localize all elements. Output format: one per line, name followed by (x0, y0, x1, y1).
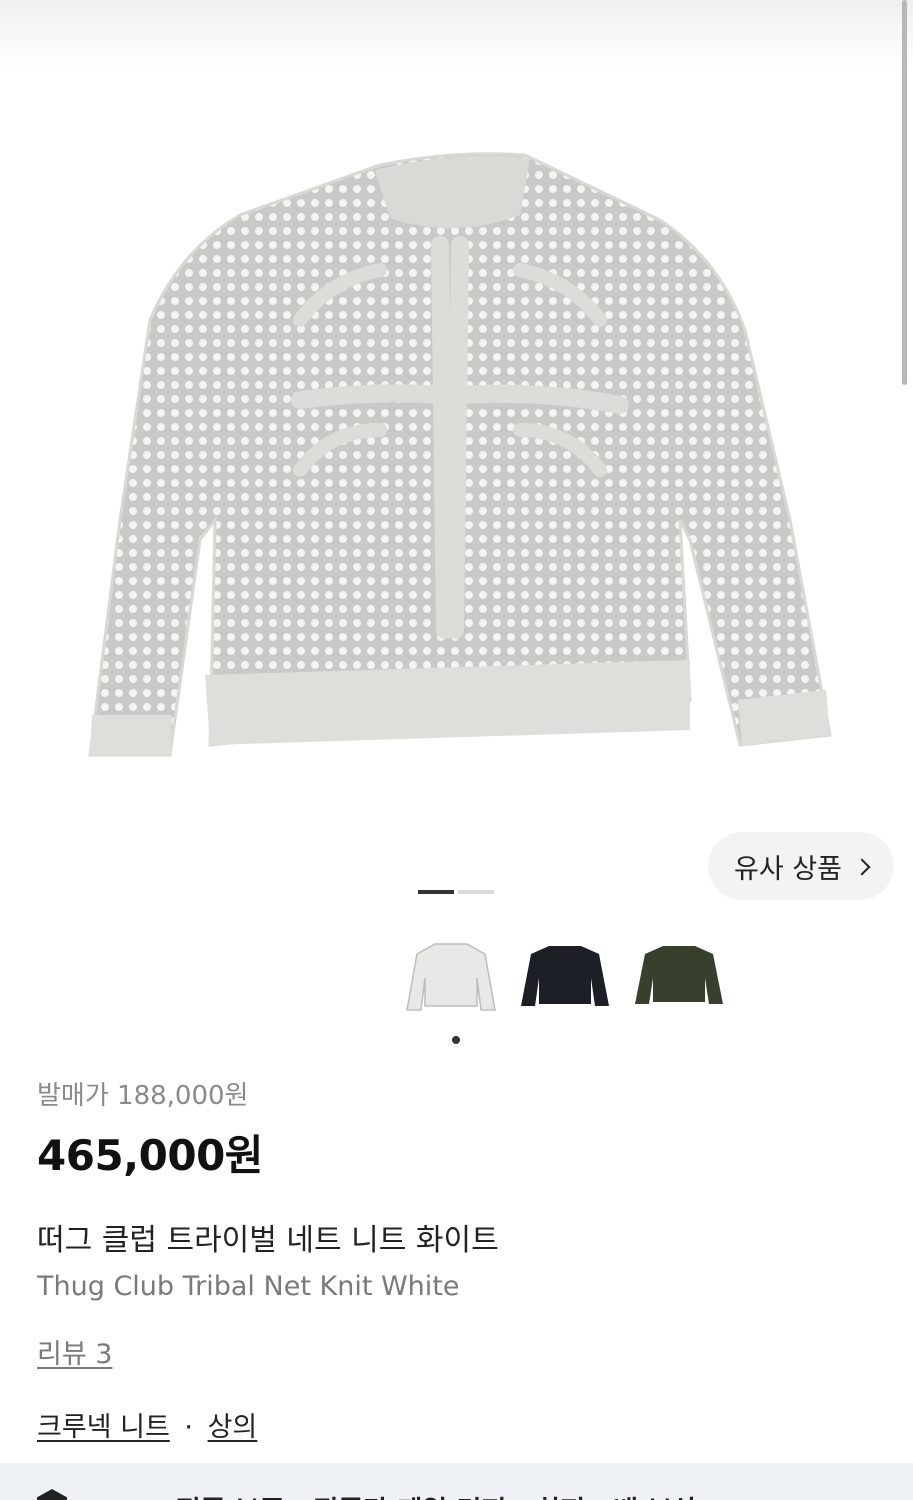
image-pager (418, 890, 494, 894)
scrollbar[interactable] (902, 0, 907, 385)
product-info: 발매가 188,000원 465,000원 떠그 클럽 트라이벌 네트 니트 화… (37, 1075, 876, 1444)
thumbnail-black[interactable] (519, 935, 611, 1017)
category-link-tops[interactable]: 상의 (208, 1412, 258, 1443)
product-name-english: Thug Club Tribal Net Knit White (37, 1271, 460, 1302)
review-link[interactable]: 리뷰 3 (37, 1332, 112, 1371)
top-fade (0, 0, 913, 70)
thumbnail-white[interactable] (405, 935, 497, 1017)
pager-segment (458, 890, 494, 894)
pager-segment-active (418, 890, 454, 894)
product-name-korean: 떠그 클럽 트라이벌 네트 니트 화이트 (37, 1223, 499, 1258)
product-page: 유사 상품 발매가 188,000원 465,000원 떠그 클럽 트라이벌 네… (0, 0, 913, 1500)
current-price: 465,000원 (37, 1131, 263, 1180)
chevron-right-icon (853, 858, 871, 875)
guarantee-banner[interactable]: 100% 정품 보증 · 정품만 제일 먼저 · 최저 3배 보상 (0, 1463, 913, 1500)
sweater-image (88, 152, 832, 757)
sweater-thumb-olive (635, 946, 723, 1004)
guarantee-text: 100% 정품 보증 · 정품만 제일 먼저 · 최저 3배 보상 (83, 1489, 697, 1500)
category-link-crewneck[interactable]: 크루넥 니트 (37, 1412, 170, 1443)
similar-products-button[interactable]: 유사 상품 (708, 832, 894, 900)
category-links: 크루넥 니트 · 상의 (37, 1405, 876, 1444)
shield-icon (37, 1489, 67, 1500)
release-price: 발매가 188,000원 (37, 1081, 249, 1111)
similar-products-label: 유사 상품 (734, 853, 842, 885)
thumbnail-olive[interactable] (633, 935, 725, 1017)
sweater-thumb-white (406, 943, 496, 1011)
product-image[interactable] (0, 0, 913, 820)
selected-thumbnail-dot (452, 1036, 460, 1044)
sweater-thumb-black (521, 946, 609, 1006)
color-thumbnails (405, 935, 725, 1017)
category-separator: · (184, 1412, 193, 1443)
